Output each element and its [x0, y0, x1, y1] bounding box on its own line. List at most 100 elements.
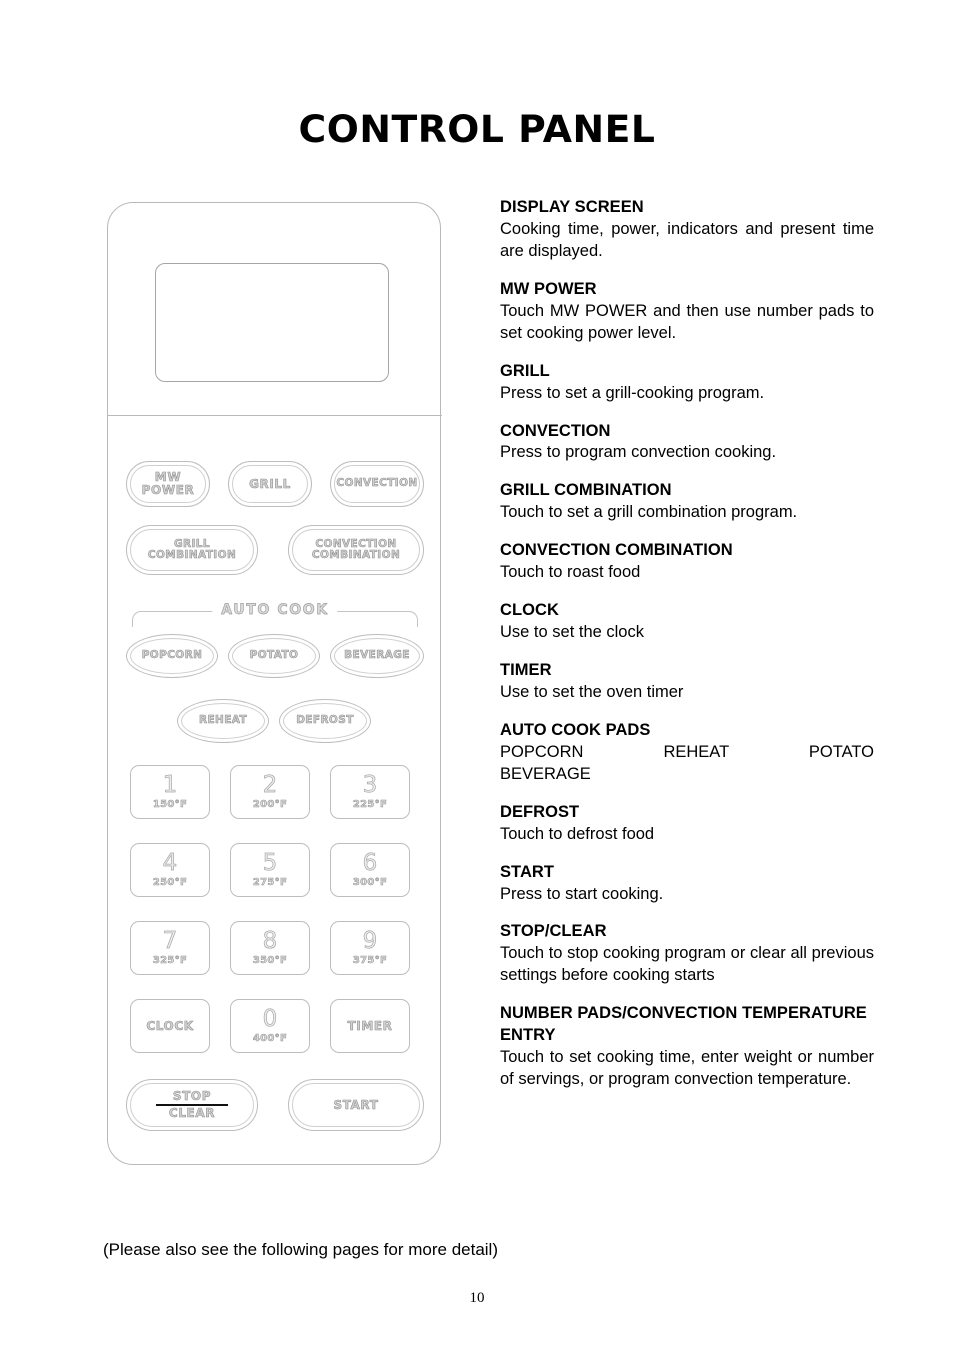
- button-potato[interactable]: POTATO: [228, 634, 320, 678]
- button-grill-combination[interactable]: GRILL COMBINATION: [126, 525, 258, 575]
- button-convection-combination[interactable]: CONVECTION COMBINATION: [288, 525, 424, 575]
- description-convection: CONVECTION Press to program convection c…: [500, 421, 874, 465]
- button-beverage-label: BEVERAGE: [344, 649, 410, 662]
- description-heading: START: [500, 862, 555, 881]
- key-6[interactable]: 6 300°F: [330, 843, 410, 897]
- description-body: Touch MW POWER and then use number pads …: [500, 301, 874, 342]
- key-5[interactable]: 5 275°F: [230, 843, 310, 897]
- description-heading: DISPLAY SCREEN: [500, 198, 644, 216]
- key-8-stack: 8 350°F: [253, 928, 287, 966]
- button-stop-clear[interactable]: STOP CLEAR: [126, 1079, 258, 1131]
- description-body: Press to set a grill-cooking program.: [500, 383, 765, 402]
- key-0-stack: 0 400°F: [252, 1006, 288, 1045]
- key-2[interactable]: 2 200°F: [230, 765, 310, 819]
- button-grill[interactable]: GRILL: [228, 461, 312, 507]
- button-popcorn-label: POPCORN: [141, 649, 203, 662]
- footnote: (Please also see the following pages for…: [103, 1240, 498, 1259]
- key-4-stack: 4 250°F: [152, 850, 188, 889]
- button-mw-power[interactable]: MW POWER: [126, 461, 210, 507]
- key-3[interactable]: 3 225°F: [330, 765, 410, 819]
- key-5-digit: 5: [262, 850, 278, 876]
- key-0-digit: 0: [262, 1006, 278, 1032]
- key-4-digit: 4: [162, 850, 178, 876]
- key-7-stack: 7 325°F: [152, 928, 188, 967]
- description-body: Touch to defrost food: [500, 824, 655, 843]
- button-popcorn[interactable]: POPCORN: [126, 634, 218, 678]
- button-clock-label: CLOCK: [146, 1018, 194, 1033]
- key-4[interactable]: 4 250°F: [130, 843, 210, 897]
- description-heading: GRILL COMBINATION: [500, 481, 672, 500]
- description-body: Touch to roast food: [500, 563, 641, 582]
- key-7[interactable]: 7 325°F: [130, 921, 210, 975]
- description-body: POPCORN REHEAT POTATO: [500, 742, 874, 761]
- button-convection[interactable]: CONVECTION: [330, 461, 424, 507]
- description-heading: CLOCK: [500, 601, 559, 620]
- key-0[interactable]: 0 400°F: [230, 999, 310, 1053]
- key-1-temp: 150°F: [152, 799, 188, 811]
- key-9-temp: 375°F: [352, 955, 388, 967]
- key-6-stack: 6 300°F: [352, 850, 388, 889]
- button-timer[interactable]: TIMER: [330, 999, 410, 1053]
- key-3-digit: 3: [362, 772, 378, 798]
- key-3-stack: 3 225°F: [353, 772, 387, 810]
- auto-cook-group: AUTO COOK: [126, 602, 424, 628]
- key-7-temp: 325°F: [152, 955, 188, 967]
- key-2-temp: 200°F: [252, 799, 288, 811]
- description-body: Press to start cooking.: [500, 884, 664, 903]
- button-stop-label: STOP: [172, 1089, 212, 1104]
- key-9[interactable]: 9 375°F: [330, 921, 410, 975]
- key-4-temp: 250°F: [152, 877, 188, 889]
- description-heading: CONVECTION: [500, 421, 611, 440]
- button-mw-power-label: MW POWER: [141, 470, 195, 497]
- page-number: 10: [469, 1290, 485, 1306]
- button-start[interactable]: START: [288, 1079, 424, 1131]
- description-heading: CONVECTION COMBINATION: [500, 541, 733, 560]
- description-body: Press to program convection cooking.: [500, 443, 777, 462]
- button-grill-label: GRILL: [249, 476, 291, 491]
- description-body: Touch to set a grill combination program…: [500, 503, 798, 522]
- button-reheat[interactable]: REHEAT: [177, 699, 269, 743]
- description-body: Touch to set cooking time, enter weight …: [500, 1048, 874, 1089]
- key-7-digit: 7: [162, 928, 178, 954]
- description-heading: GRILL: [500, 361, 550, 380]
- description-auto-cook-pads: AUTO COOK PADS POPCORN REHEAT POTATO BEV…: [500, 720, 874, 786]
- key-6-temp: 300°F: [352, 877, 388, 889]
- button-convection-label: CONVECTION: [336, 477, 418, 490]
- key-1[interactable]: 1 150°F: [130, 765, 210, 819]
- display-screen: [155, 263, 389, 382]
- button-beverage[interactable]: BEVERAGE: [330, 634, 424, 678]
- description-start: START Press to start cooking.: [500, 862, 874, 906]
- button-start-label: START: [333, 1097, 379, 1112]
- key-6-digit: 6: [362, 850, 378, 876]
- button-clock[interactable]: CLOCK: [130, 999, 210, 1053]
- description-body: Use to set the clock: [500, 623, 644, 642]
- description-body: Use to set the oven timer: [500, 682, 684, 701]
- control-panel-illustration: MW POWER GRILL CONVECTION GRILL COMBINAT…: [107, 202, 442, 1165]
- key-2-digit: 2: [262, 772, 278, 798]
- key-1-digit: 1: [162, 772, 178, 798]
- page-title: CONTROL PANEL: [298, 108, 656, 151]
- description-number-pads: NUMBER PADS/CONVECTION TEMPERATURE ENTRY…: [500, 1003, 874, 1091]
- description-heading: TIMER: [500, 661, 552, 679]
- key-0-temp: 400°F: [252, 1033, 288, 1045]
- key-2-stack: 2 200°F: [252, 772, 288, 811]
- description-heading: MW POWER: [500, 279, 597, 298]
- button-defrost[interactable]: DEFROST: [279, 699, 371, 743]
- description-body: Cooking time, power, indicators and pres…: [500, 219, 874, 260]
- description-defrost: DEFROST Touch to defrost food: [500, 802, 874, 846]
- description-heading: STOP/CLEAR: [500, 922, 607, 941]
- panel-divider: [108, 415, 442, 416]
- key-8-digit: 8: [262, 928, 278, 954]
- description-heading: NUMBER PADS/CONVECTION TEMPERATURE ENTRY: [500, 1004, 867, 1045]
- description-timer: TIMER Use to set the oven timer: [500, 660, 874, 704]
- key-9-stack: 9 375°F: [352, 929, 388, 967]
- description-display-screen: DISPLAY SCREEN Cooking time, power, indi…: [500, 197, 874, 263]
- description-clock: CLOCK Use to set the clock: [500, 600, 874, 644]
- description-grill-combination: GRILL COMBINATION Touch to set a grill c…: [500, 480, 874, 524]
- button-potato-label: POTATO: [249, 649, 299, 662]
- key-8[interactable]: 8 350°F: [230, 921, 310, 975]
- description-body: Touch to stop cooking program or clear a…: [500, 944, 874, 985]
- button-timer-label: TIMER: [347, 1018, 393, 1033]
- key-1-stack: 1 150°F: [152, 772, 188, 811]
- key-5-temp: 275°F: [252, 877, 288, 889]
